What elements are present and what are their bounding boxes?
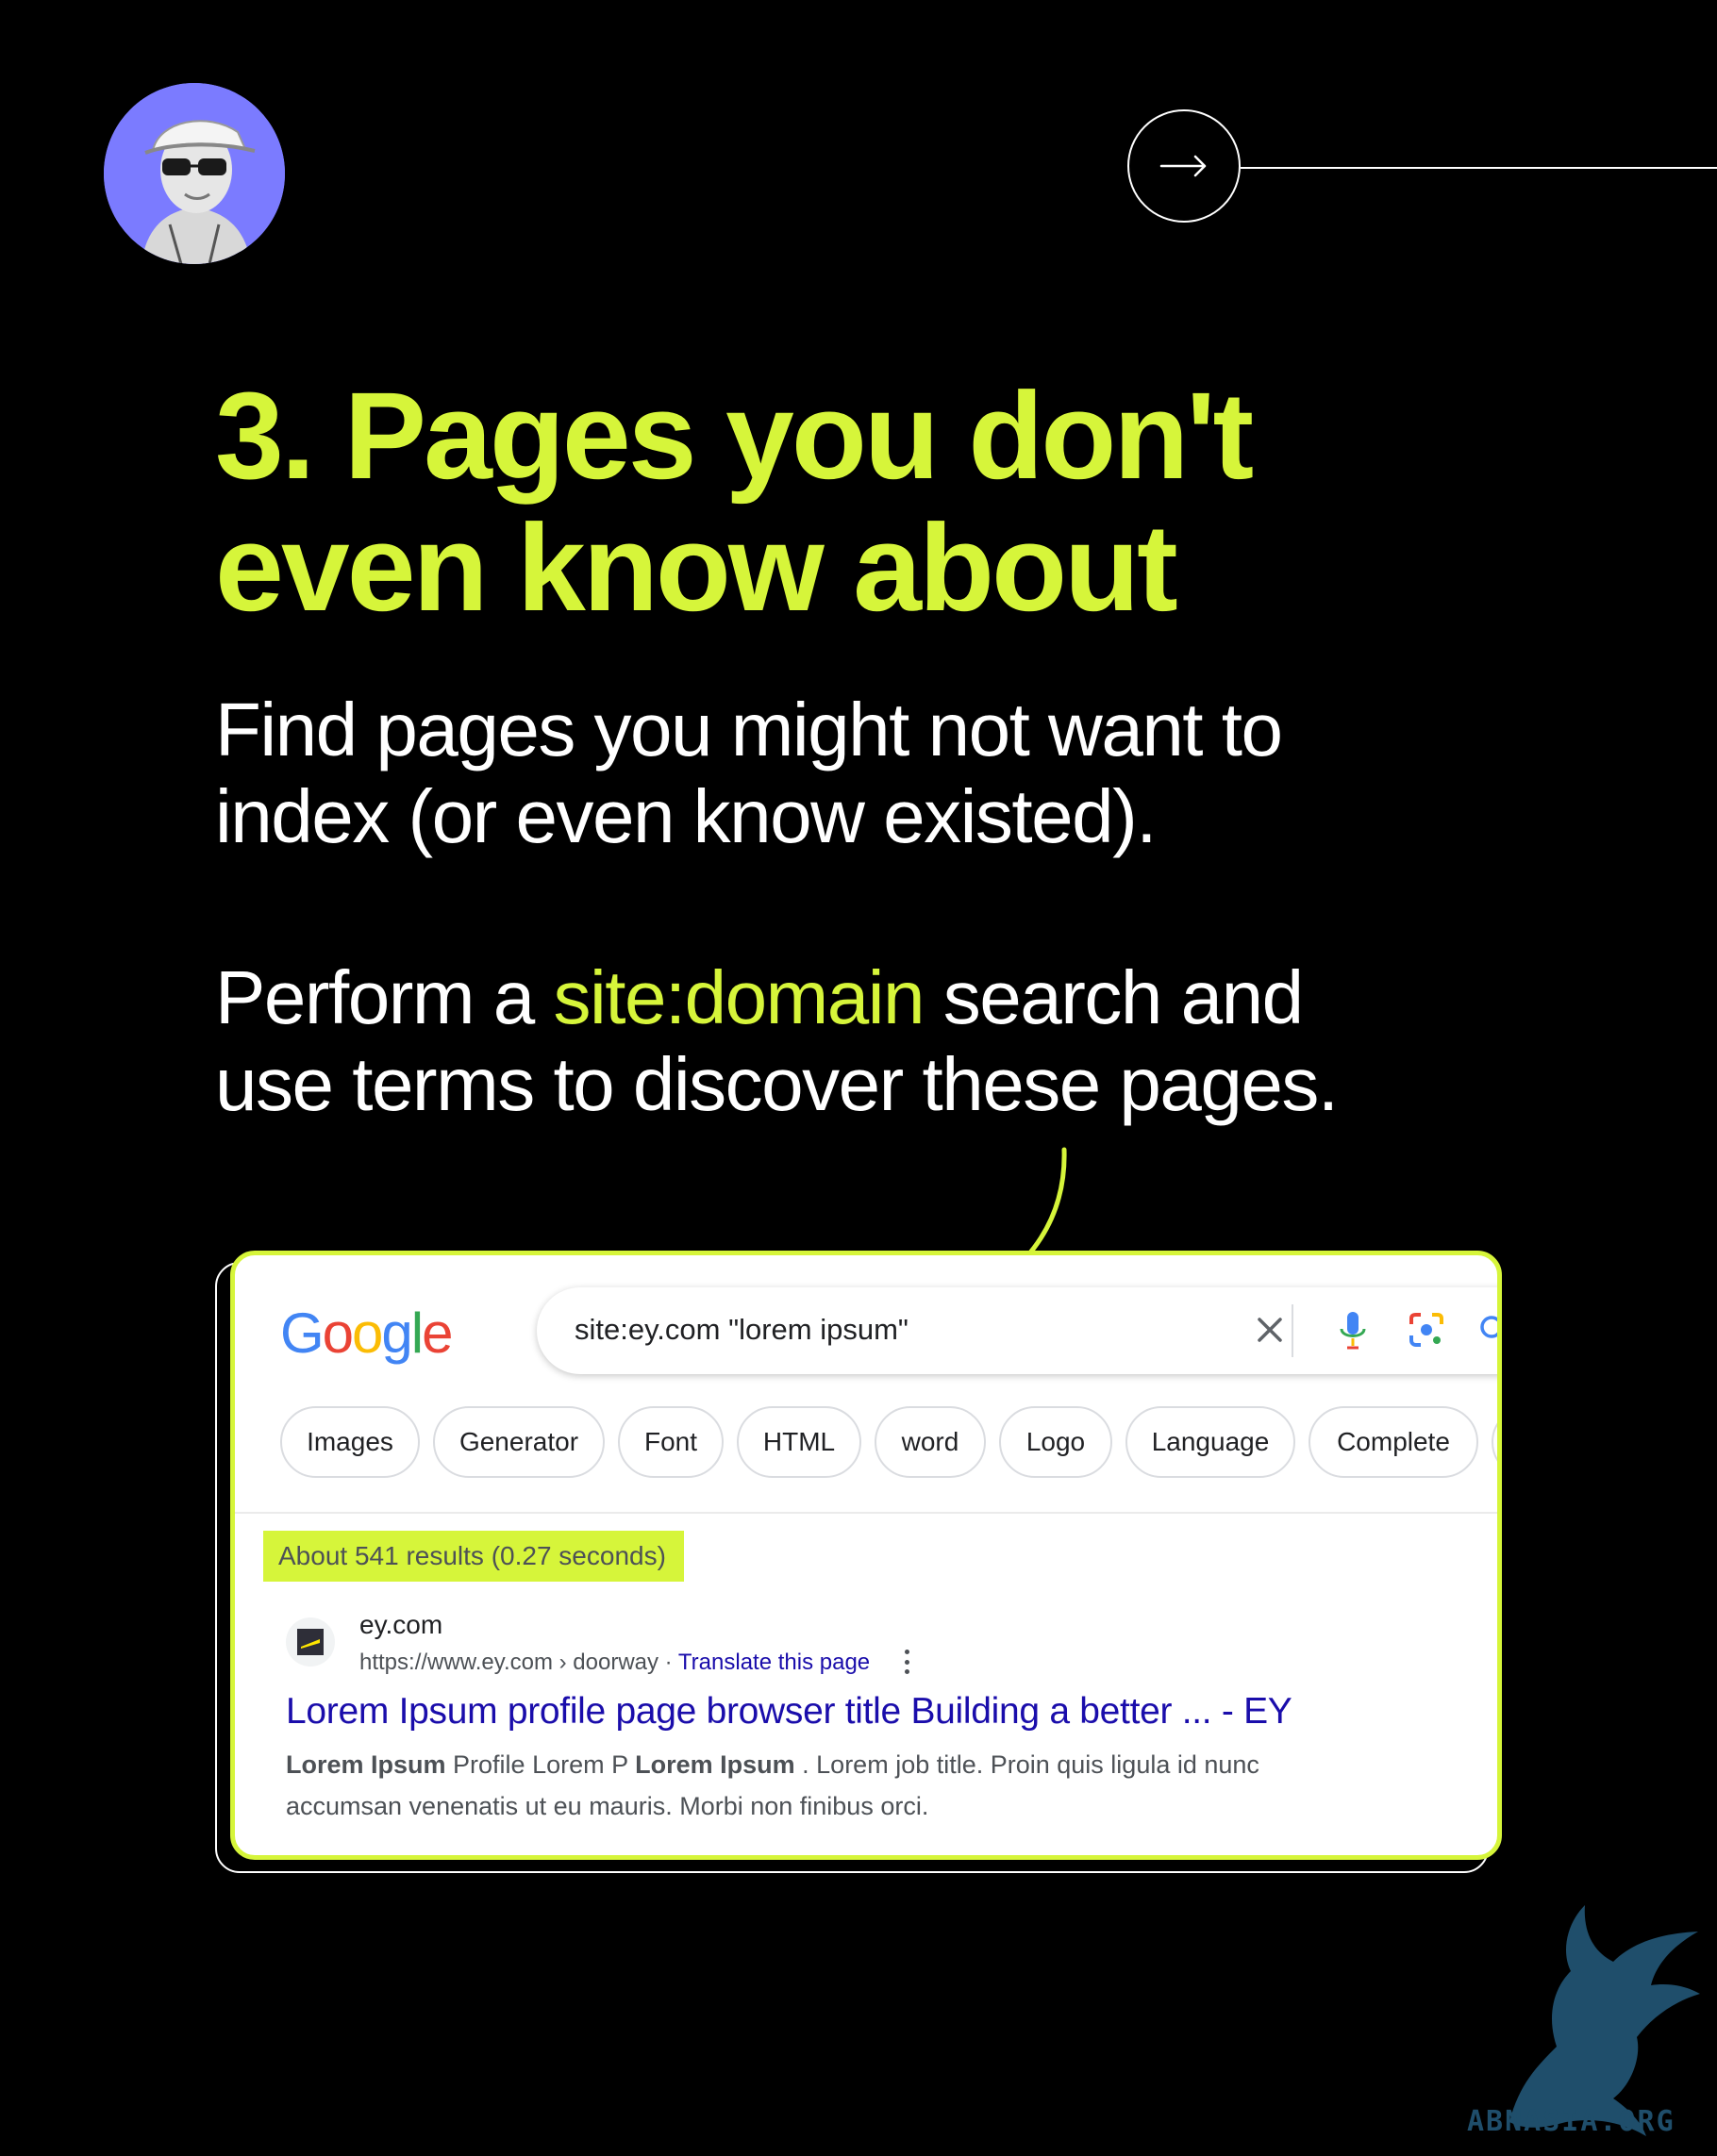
avatar	[104, 83, 285, 264]
result-snippet: Lorem Ipsum Profile Lorem P Lorem Ipsum …	[286, 1744, 1371, 1827]
result-site-name: ey.com	[359, 1610, 443, 1639]
snippet-text-2: . Lorem job title. Proin quis ligula id …	[794, 1750, 1259, 1779]
chip-generator[interactable]: Generator	[433, 1406, 605, 1478]
result-title-link[interactable]: Lorem Ipsum profile page browser title B…	[286, 1691, 1292, 1733]
griffin-watermark-icon	[1509, 1905, 1700, 2136]
google-logo-letter: o	[322, 1302, 354, 1365]
google-logo-letter: o	[352, 1302, 383, 1365]
lens-icon[interactable]	[1403, 1306, 1450, 1353]
chip-font[interactable]: Font	[618, 1406, 724, 1478]
search-query[interactable]: site:ey.com "lorem ipsum"	[575, 1313, 909, 1347]
more-options-icon[interactable]	[897, 1646, 916, 1678]
chips-divider	[235, 1512, 1497, 1514]
google-logo[interactable]: Google	[280, 1301, 454, 1366]
snippet-bold-1: Lorem Ipsum	[286, 1750, 446, 1779]
intro-paragraph: Find pages you might not want to index (…	[215, 687, 1611, 860]
instruction-suffix: search and	[924, 955, 1304, 1039]
microphone-icon[interactable]	[1329, 1306, 1376, 1353]
chip-html[interactable]: HTML	[737, 1406, 861, 1478]
results-stats: About 541 results (0.27 seconds)	[263, 1531, 684, 1582]
instruction-paragraph: Perform a site:domain search and use ter…	[215, 954, 1611, 1128]
search-icon[interactable]	[1471, 1306, 1497, 1353]
google-logo-letter: g	[381, 1302, 412, 1365]
person-avatar-icon	[104, 83, 285, 264]
result-url[interactable]: https://www.ey.com › doorway	[359, 1650, 658, 1675]
arrow-right-icon	[1159, 155, 1207, 177]
instruction-prefix: Perform a	[215, 955, 554, 1039]
ey-logo-icon	[297, 1629, 324, 1655]
filter-chips: Images Generator Font HTML word Logo Lan…	[280, 1406, 1497, 1482]
snippet-bold-2: Lorem Ipsum	[635, 1750, 795, 1779]
google-logo-letter: e	[422, 1302, 453, 1365]
headline: 3. Pages you don't even know about	[215, 370, 1583, 634]
site-domain-highlight: site:domain	[553, 955, 925, 1039]
chip-logo[interactable]: Logo	[999, 1406, 1112, 1478]
search-screenshot-card: Google site:ey.com "lorem ipsum" Images …	[230, 1251, 1502, 1860]
snippet-text-1: Profile Lorem P	[445, 1750, 636, 1779]
watermark-text: ABNASIA.ORG	[1467, 2105, 1675, 2138]
google-logo-letters: Google	[280, 1301, 454, 1366]
chip-complete[interactable]: Complete	[1309, 1406, 1478, 1478]
chip-language[interactable]: Language	[1125, 1406, 1295, 1478]
search-box-divider	[1292, 1304, 1293, 1357]
search-box[interactable]: site:ey.com "lorem ipsum"	[537, 1287, 1497, 1374]
google-logo-letter: G	[280, 1302, 325, 1365]
next-slide-button[interactable]	[1127, 109, 1241, 223]
google-logo-letter: l	[410, 1302, 424, 1365]
clear-icon[interactable]	[1246, 1306, 1293, 1353]
result-url-line: https://www.ey.com › doorway · Translate…	[359, 1650, 870, 1676]
headline-line-1: 3. Pages you don't	[215, 366, 1254, 505]
result-url-separator: ·	[658, 1650, 678, 1675]
intro-line-1: Find pages you might not want to	[215, 688, 1283, 771]
progress-line	[1241, 167, 1717, 169]
ey-favicon	[286, 1617, 335, 1667]
intro-line-2: index (or even know existed).	[215, 774, 1158, 858]
snippet-line-2: accumsan venenatis ut eu mauris. Morbi n…	[286, 1792, 929, 1820]
chip-word[interactable]: word	[875, 1406, 986, 1478]
headline-line-2: even know about	[215, 498, 1178, 637]
translate-link[interactable]: Translate this page	[678, 1650, 870, 1675]
chip-more[interactable]	[1492, 1406, 1497, 1478]
instruction-line-2: use terms to discover these pages.	[215, 1042, 1339, 1126]
chip-images[interactable]: Images	[280, 1406, 420, 1478]
